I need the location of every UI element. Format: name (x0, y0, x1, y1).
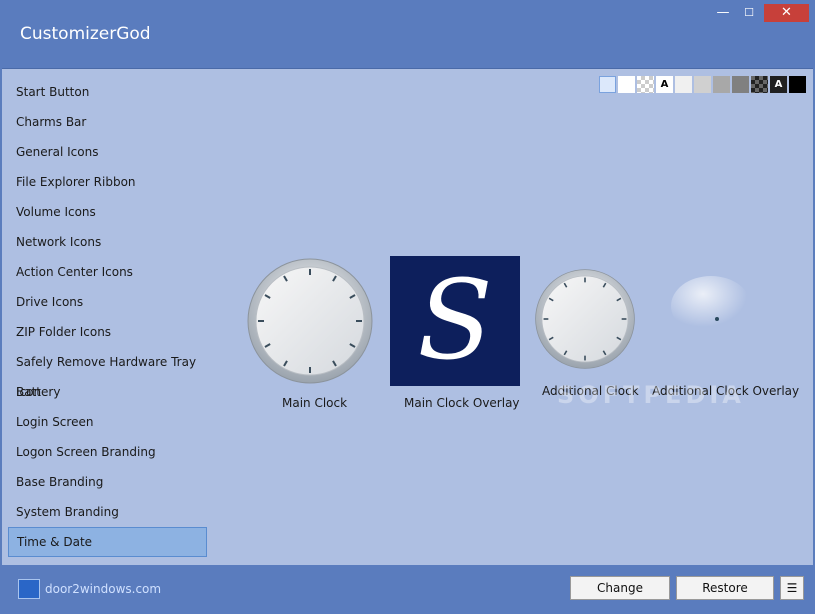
sidebar-item-action-center-icons[interactable]: Action Center Icons (8, 257, 207, 287)
sidebar-item-login-screen[interactable]: Login Screen (8, 407, 207, 437)
swatch-checker[interactable] (637, 76, 654, 93)
sidebar-item-volume-icons[interactable]: Volume Icons (8, 197, 207, 227)
sidebar-item-logon-screen-branding[interactable]: Logon Screen Branding (8, 437, 207, 467)
maximize-button[interactable]: ☐ (738, 4, 760, 22)
clock-overlay-icon (671, 276, 751, 336)
swatch[interactable] (789, 76, 806, 93)
sidebar-item-drive-icons[interactable]: Drive Icons (8, 287, 207, 317)
sidebar-item-network-icons[interactable]: Network Icons (8, 227, 207, 257)
sidebar-item-time-date[interactable]: Time & Date (8, 527, 207, 557)
main-clock-label: Main Clock (282, 396, 348, 410)
swatch[interactable] (618, 76, 635, 93)
menu-button[interactable]: ☰ (780, 576, 804, 600)
main-clock-overlay-label: Main Clock Overlay (404, 396, 520, 410)
swatch[interactable] (713, 76, 730, 93)
swatch[interactable] (599, 76, 616, 93)
sidebar-item-base-branding[interactable]: Base Branding (8, 467, 207, 497)
app-window: CustomizerGod — ☐ ✕ Start Button Charms … (0, 0, 815, 614)
swatch[interactable] (694, 76, 711, 93)
resource-additional-clock-overlay[interactable] (666, 268, 768, 370)
swatch[interactable] (675, 76, 692, 93)
sidebar-item-start-button[interactable]: Start Button (8, 77, 207, 107)
sidebar-item-system-branding[interactable]: System Branding (8, 497, 207, 527)
sidebar: Start Button Charms Bar General Icons Fi… (8, 77, 213, 557)
title-bar: CustomizerGod — ☐ ✕ (0, 0, 815, 68)
sidebar-item-general-icons[interactable]: General Icons (8, 137, 207, 167)
door2windows-link[interactable]: door2windows.com (18, 579, 161, 599)
close-button[interactable]: ✕ (764, 4, 809, 22)
resource-additional-clock[interactable] (534, 268, 636, 370)
swatch[interactable] (732, 76, 749, 93)
change-button[interactable]: Change (570, 576, 670, 600)
swatch-checker-dark[interactable] (751, 76, 768, 93)
swatch[interactable]: A (770, 76, 787, 93)
door-logo-icon (18, 579, 40, 599)
footer-bar: door2windows.com Change Restore ☰ (0, 565, 815, 614)
sidebar-item-charms-bar[interactable]: Charms Bar (8, 107, 207, 137)
sidebar-item-zip-folder-icons[interactable]: ZIP Folder Icons (8, 317, 207, 347)
minimize-button[interactable]: — (712, 4, 734, 22)
main-content: Start Button Charms Bar General Icons Fi… (2, 68, 813, 565)
resource-main-clock-overlay[interactable]: S (390, 256, 520, 386)
clock-face-icon (247, 258, 373, 384)
swatch[interactable]: A (656, 76, 673, 93)
logo-text: door2windows.com (45, 582, 162, 596)
overlay-letter: S (417, 256, 493, 384)
restore-button[interactable]: Restore (676, 576, 774, 600)
sidebar-item-file-explorer-ribbon[interactable]: File Explorer Ribbon (8, 167, 207, 197)
sidebar-item-safely-remove-hardware[interactable]: Safely Remove Hardware Tray Icon (8, 347, 207, 399)
resource-main-clock[interactable] (246, 257, 374, 387)
watermark: SOFTPEDIA (557, 381, 745, 409)
sidebar-item-battery[interactable]: Battery (8, 377, 207, 407)
clock-face-icon (535, 269, 635, 369)
background-swatches: A A (599, 76, 808, 94)
app-title: CustomizerGod (20, 24, 151, 44)
